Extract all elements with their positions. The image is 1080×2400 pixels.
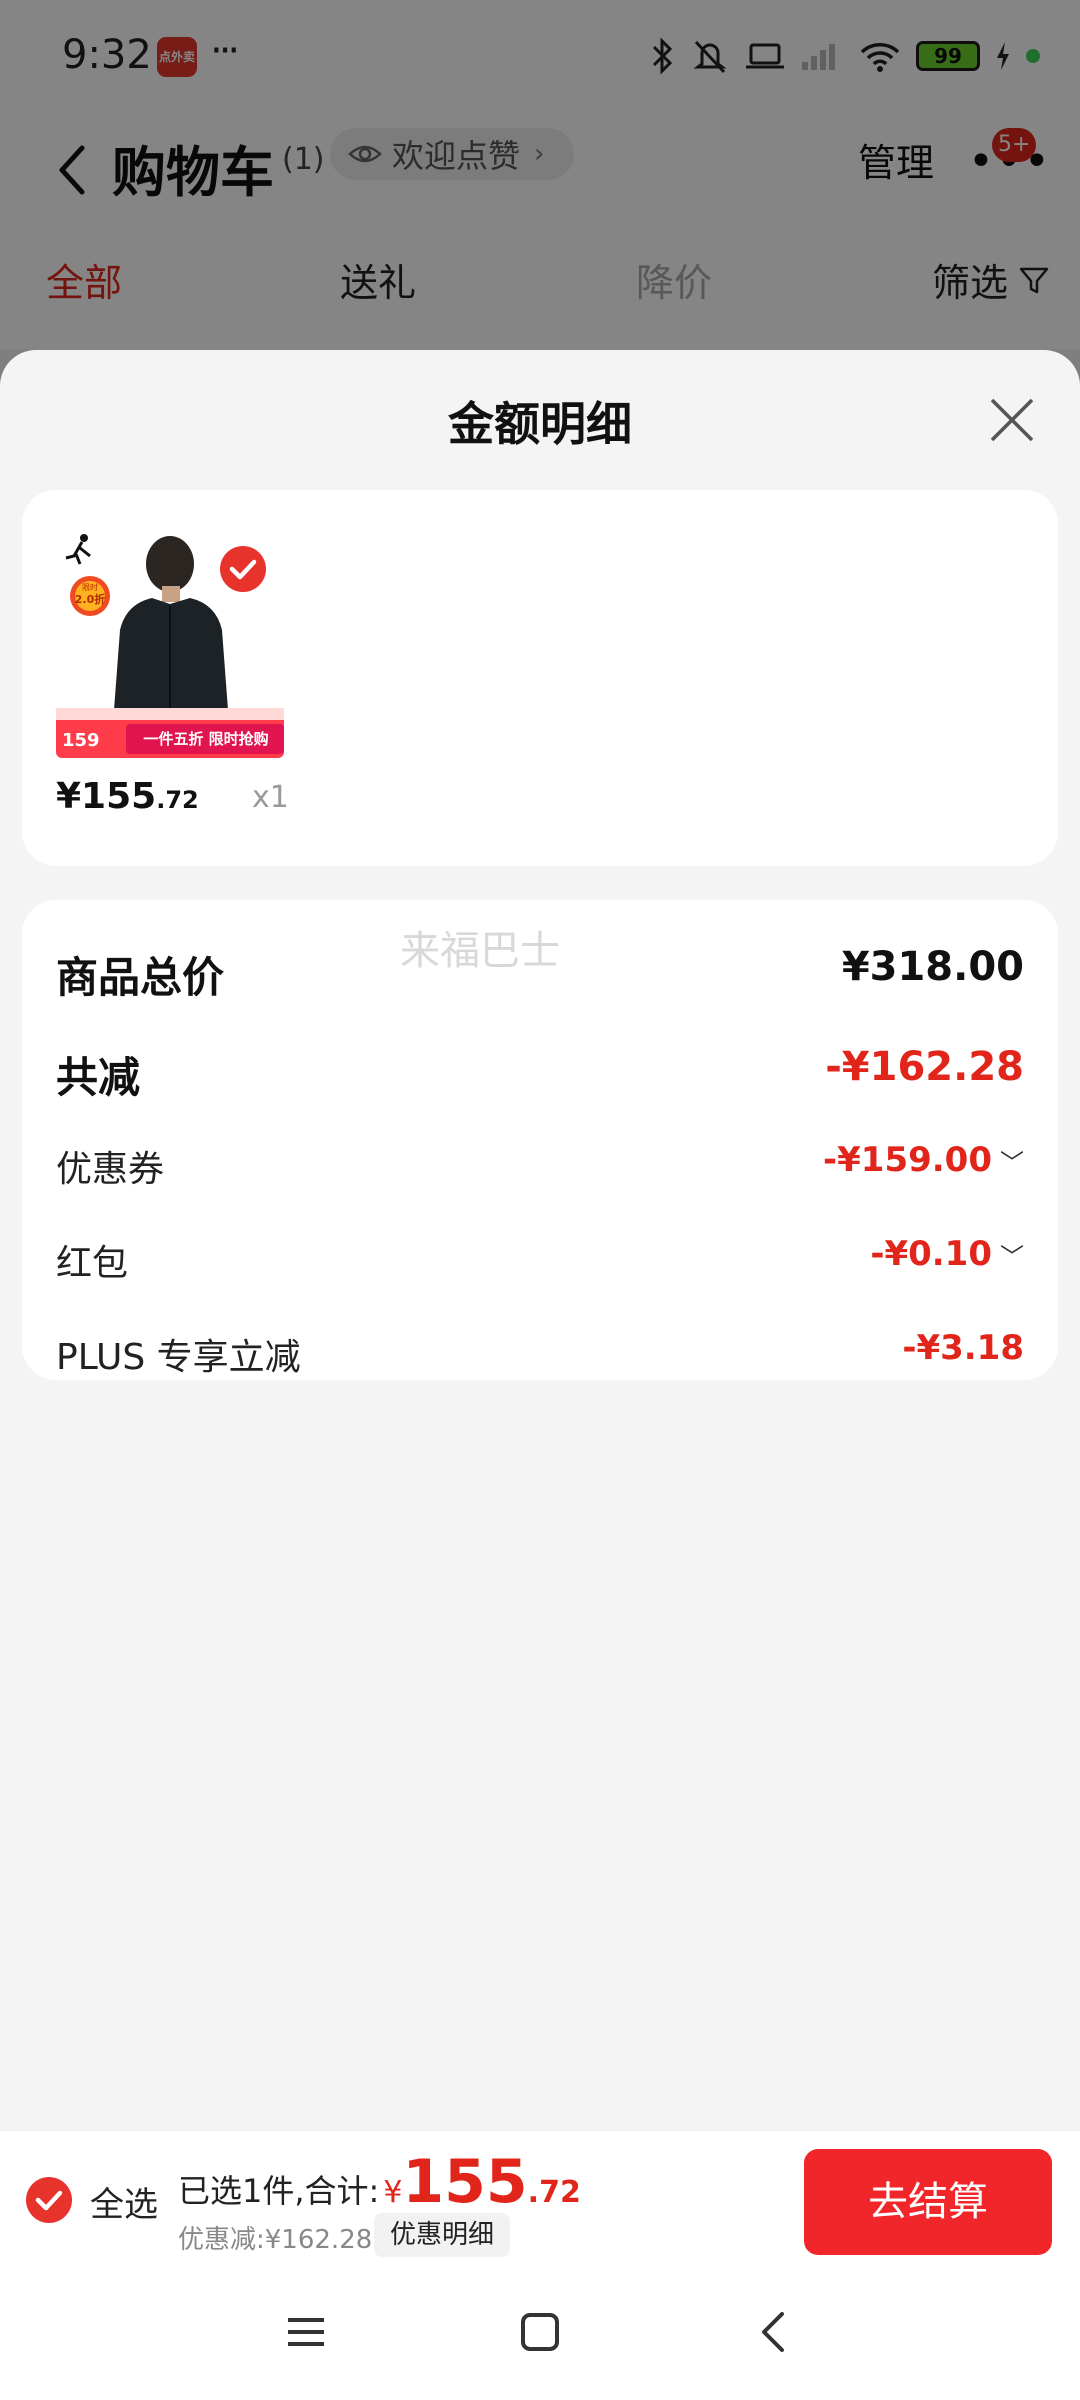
amount-detail-sheet: 金额明细 限时 2.0折 159 一件五折 限时抢购 ¥155.72 x1 商品… <box>0 350 1080 2130</box>
product-card: 限时 2.0折 159 一件五折 限时抢购 ¥155.72 x1 <box>22 490 1058 866</box>
row-red-packet[interactable]: 红包 -¥0.10 ﹀ <box>56 1234 1024 1294</box>
sheet-title: 金额明细 <box>448 397 632 451</box>
promo-tag-bottom: 2.0折 <box>75 592 106 606</box>
close-icon[interactable] <box>986 394 1038 446</box>
row-value-wrap: -¥159.00 ﹀ <box>823 1140 1024 1180</box>
row-value: -¥162.28 <box>825 1044 1024 1090</box>
discount-detail-button[interactable]: 优惠明细 <box>374 2213 511 2257</box>
row-plus-discount: PLUS 专享立减 -¥3.18 <box>56 1328 1024 1388</box>
row-label: 商品总价 <box>56 953 225 1002</box>
system-nav-bar <box>0 2270 1080 2400</box>
row-total-discount: 共减 -¥162.28 <box>56 1044 1024 1104</box>
product-quantity: x1 <box>252 780 289 815</box>
banner-text: 一件五折 限时抢购 <box>143 730 268 748</box>
row-value: ¥318.00 <box>841 944 1024 990</box>
product-price: ¥155.72 <box>56 776 199 817</box>
checkout-bar: 全选 已选1件,合计: ¥ 155 .72 优惠减:¥162.28 优惠明细 去… <box>0 2130 1080 2270</box>
chevron-down-icon[interactable]: ﹀ <box>1000 1237 1024 1272</box>
product-price-int: ¥155 <box>56 776 157 817</box>
row-label: 红包 <box>56 1243 129 1284</box>
home-icon[interactable] <box>518 2310 562 2354</box>
total-currency: ¥ <box>383 2175 403 2210</box>
banner-price: 159 <box>62 730 100 751</box>
total-amount-int: 155 <box>402 2147 528 2217</box>
row-label: 共减 <box>56 1053 141 1102</box>
select-all-label[interactable]: 全选 <box>90 2177 158 2226</box>
selected-summary: 已选1件,合计: <box>178 2172 380 2210</box>
row-label: 优惠券 <box>56 1149 165 1190</box>
watermark: 来福巴士 <box>400 928 560 974</box>
chevron-down-icon[interactable]: ﹀ <box>1000 1143 1024 1178</box>
promo-tag-top: 限时 <box>82 582 98 592</box>
row-value: -¥0.10 <box>870 1234 992 1274</box>
product-checkbox[interactable] <box>220 546 266 592</box>
total-amount-dec: .72 <box>527 2175 581 2210</box>
row-coupon[interactable]: 优惠券 -¥159.00 ﹀ <box>56 1140 1024 1200</box>
checkout-button[interactable]: 去结算 <box>804 2149 1052 2255</box>
row-value-wrap: -¥0.10 ﹀ <box>870 1234 1024 1274</box>
checkout-total: 已选1件,合计: ¥ 155 .72 <box>178 2147 581 2217</box>
row-value: -¥159.00 <box>823 1140 992 1180</box>
product-price-dec: .72 <box>156 786 199 814</box>
check-icon <box>35 2190 63 2211</box>
row-label: PLUS 专享立减 <box>56 1337 301 1378</box>
select-all-checkbox[interactable] <box>26 2177 72 2223</box>
discount-summary: 优惠减:¥162.28 <box>178 2225 373 2255</box>
row-value: -¥3.18 <box>902 1328 1024 1368</box>
back-nav-icon[interactable] <box>752 2310 796 2354</box>
menu-icon[interactable] <box>284 2310 328 2354</box>
check-icon <box>229 559 257 580</box>
